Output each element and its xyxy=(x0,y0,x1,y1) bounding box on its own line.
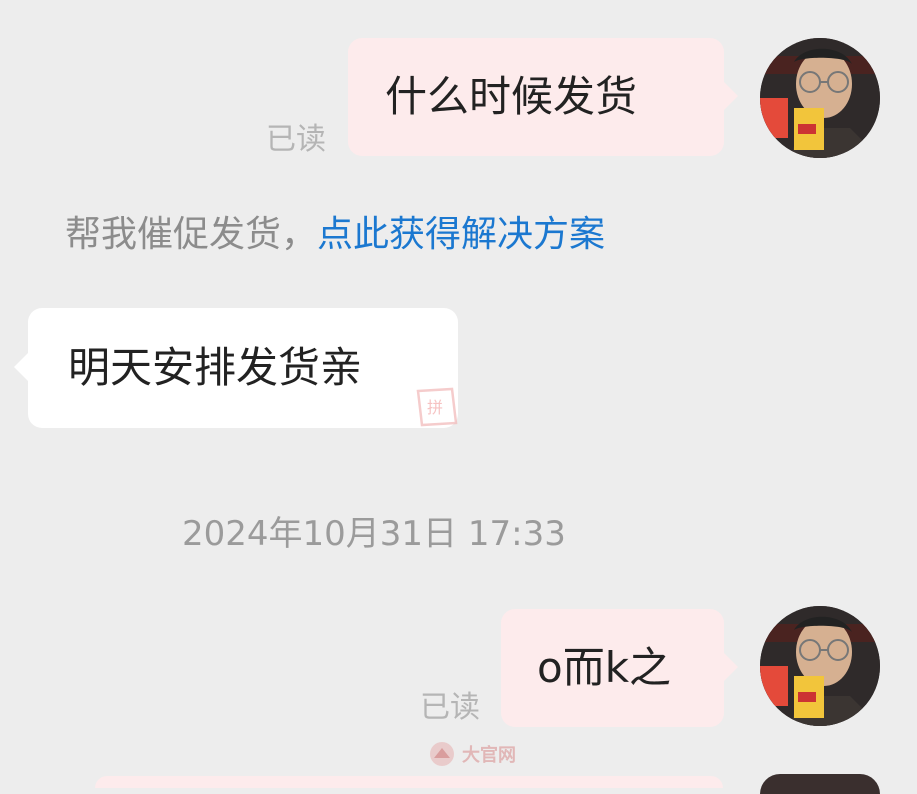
read-status: 已读 xyxy=(266,122,326,157)
message-text: 明天安排发货亲 xyxy=(68,343,363,392)
timestamp: 2024年10月31日 17:33 xyxy=(182,514,566,554)
avatar-self[interactable] xyxy=(760,606,880,726)
stamp-text: 拼 xyxy=(427,398,443,417)
chat-view: 什么时候发货 已读 帮我催促发货，点此获得解决方案 明天安排发货亲 拼 2024… xyxy=(0,0,917,794)
message-bubble-incoming[interactable]: 明天安排发货亲 xyxy=(14,308,458,428)
message-bubble-outgoing-partial[interactable] xyxy=(95,776,723,788)
system-tip-text: 帮我催促发货， xyxy=(65,214,318,255)
solution-link[interactable]: 点此获得解决方案 xyxy=(317,214,605,255)
read-status: 已读 xyxy=(420,690,480,725)
message-text: 什么时候发货 xyxy=(385,72,638,121)
watermark-logo-icon xyxy=(430,742,454,766)
watermark: 大官网 xyxy=(428,740,516,768)
avatar-self[interactable] xyxy=(760,38,880,158)
message-bubble-outgoing[interactable]: o而k之 xyxy=(501,609,738,727)
message-text: o而k之 xyxy=(537,643,672,692)
message-bubble-outgoing[interactable]: 什么时候发货 xyxy=(348,38,738,156)
pinduoduo-stamp-icon: 拼 xyxy=(416,387,458,427)
system-tip: 帮我催促发货，点此获得解决方案 xyxy=(65,205,605,257)
avatar-self-partial[interactable] xyxy=(760,774,880,794)
watermark-text: 大官网 xyxy=(462,745,516,766)
